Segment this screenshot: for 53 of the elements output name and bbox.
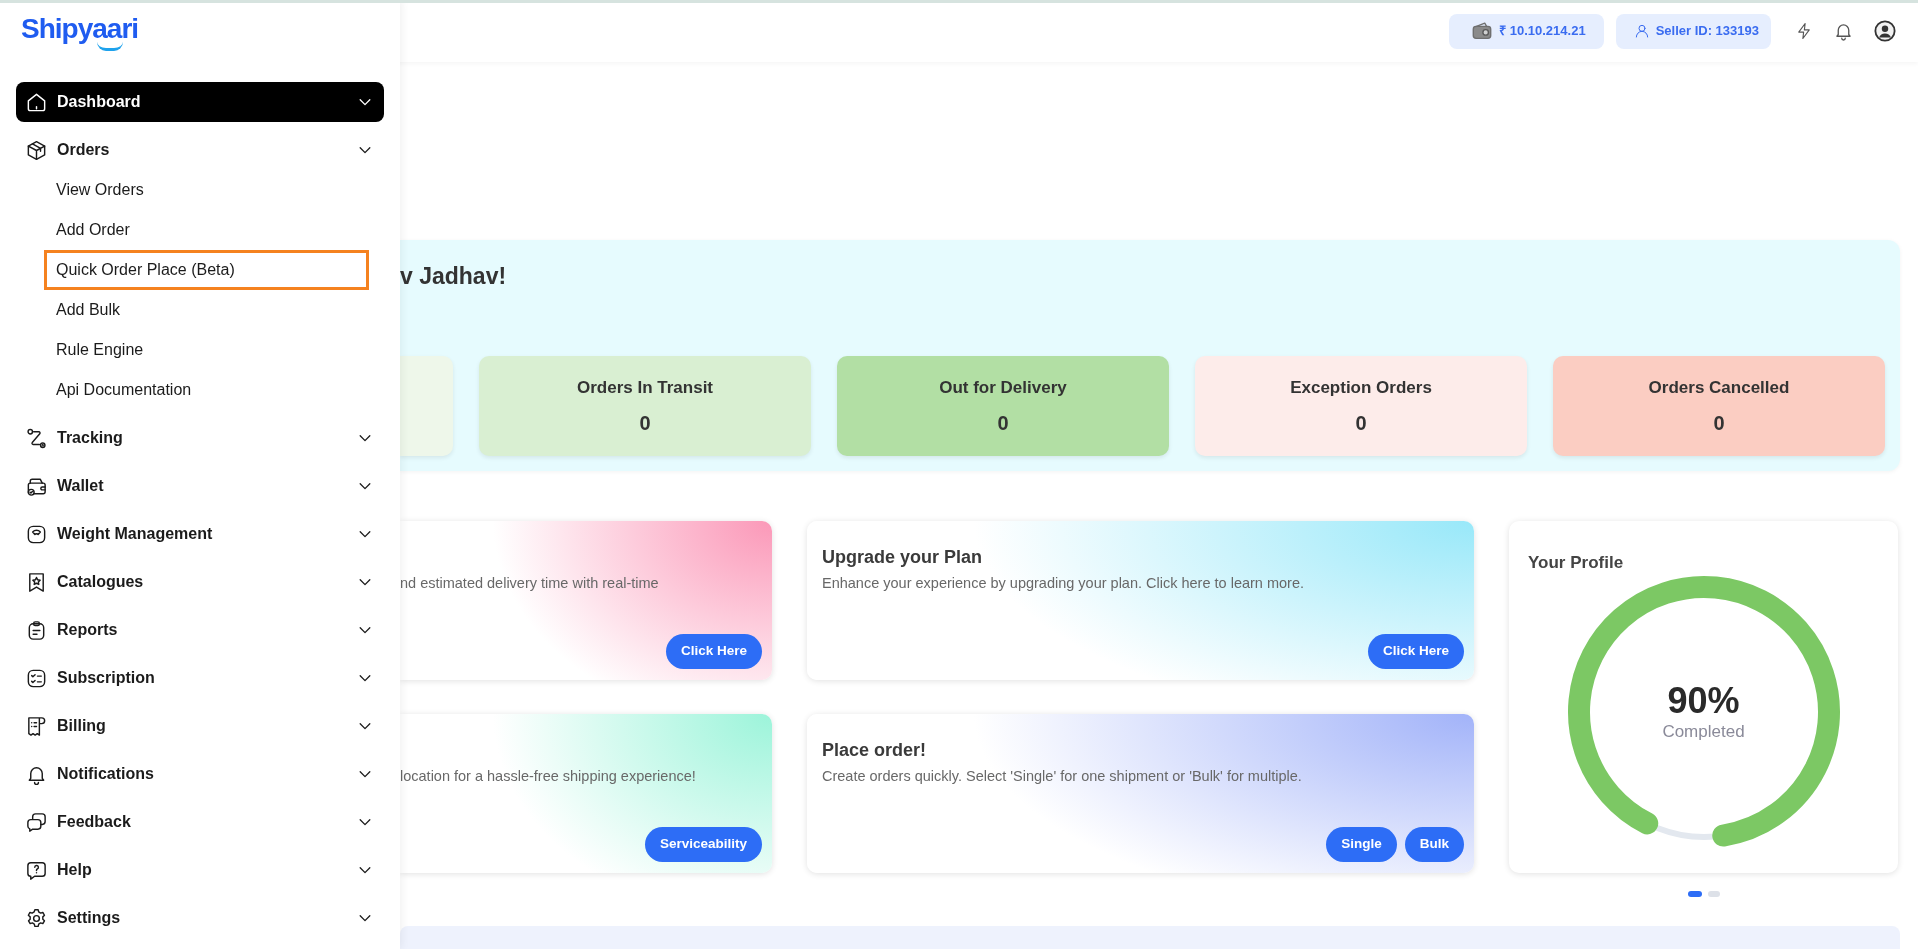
chat-bubbles-icon <box>25 810 48 834</box>
box-icon <box>25 138 48 162</box>
sidebar-item[interactable]: Catalogues <box>16 562 384 602</box>
receipt-icon <box>25 714 48 738</box>
sidebar-item[interactable]: Help <box>16 850 384 890</box>
action-button[interactable]: Serviceability <box>644 827 762 862</box>
sidebar-item[interactable]: Subscription <box>16 658 384 698</box>
card-title: Your Profile <box>1528 552 1625 574</box>
stat-value: 0 <box>1713 412 1725 434</box>
user-icon <box>1633 23 1650 39</box>
submenu-item[interactable]: Api Documentation <box>44 370 369 410</box>
sidebar-item[interactable]: Weight Management <box>16 514 384 554</box>
stat-title: Orders In Transit <box>576 378 713 398</box>
action-button[interactable]: Click Here <box>1367 634 1464 669</box>
card-title: Place order! <box>822 739 928 761</box>
action-button[interactable]: Bulk <box>1404 827 1464 862</box>
sidebar-item[interactable]: Settings <box>16 898 384 938</box>
stat-title: Out for Delivery <box>939 378 1067 398</box>
sidebar-item[interactable]: Billing <box>16 706 384 746</box>
action-button[interactable]: Click Here <box>665 634 762 669</box>
wallet-icon <box>1471 20 1494 42</box>
submenu-item[interactable]: Quick Order Place (Beta) <box>44 250 369 290</box>
greeting-text: v Jadhav! <box>400 262 508 290</box>
submenu-item[interactable]: View Orders <box>44 170 369 210</box>
card-description: location for a hassle-free shipping experience! <box>400 767 697 786</box>
bolt-icon[interactable] <box>1795 20 1813 42</box>
settings-icon <box>25 906 48 930</box>
stat-value: 0 <box>639 412 651 434</box>
submenu-item[interactable]: Rule Engine <box>44 330 369 370</box>
route-icon <box>25 426 48 450</box>
user-avatar-icon[interactable] <box>1874 20 1896 42</box>
card-description: Create orders quickly. Select 'Single' for one shipment or 'Bulk' for multiple. <box>822 767 1303 786</box>
sidebar-item[interactable]: Tracking <box>16 418 384 458</box>
card-description: nd estimated delivery time with real-time <box>400 574 660 593</box>
stat-value: 0 <box>997 412 1009 434</box>
sidebar-item[interactable]: Orders <box>16 130 384 170</box>
action-button[interactable]: Single <box>1326 827 1397 862</box>
stat-title: Exception Orders <box>1290 378 1432 398</box>
wallet-balance-text: ₹ 10.10.214.21 <box>1499 22 1586 41</box>
submenu-item[interactable]: Add Bulk <box>44 290 369 330</box>
card-title: Upgrade your Plan <box>822 546 984 568</box>
stat-value: 0 <box>1355 412 1367 434</box>
sidebar-item[interactable]: Reports <box>16 610 384 650</box>
seller-id-text: Seller ID: 133193 <box>1655 22 1759 41</box>
card-description: Enhance your experience by upgrading your plan. Click here to learn more. <box>822 574 1305 593</box>
logo[interactable]: Shipyaari <box>21 14 139 51</box>
wallet-badge[interactable]: ₹ 10.10.214.21 <box>1449 13 1604 49</box>
sidebar-item[interactable]: Wallet <box>16 466 384 506</box>
sidebar-item[interactable]: Notifications <box>16 754 384 794</box>
stat-title: Orders Cancelled <box>1648 378 1790 398</box>
submenu-item[interactable]: Add Order <box>44 210 369 250</box>
sidebar-item[interactable]: Feedback <box>16 802 384 842</box>
sidebar-item[interactable]: Dashboard <box>16 82 384 122</box>
